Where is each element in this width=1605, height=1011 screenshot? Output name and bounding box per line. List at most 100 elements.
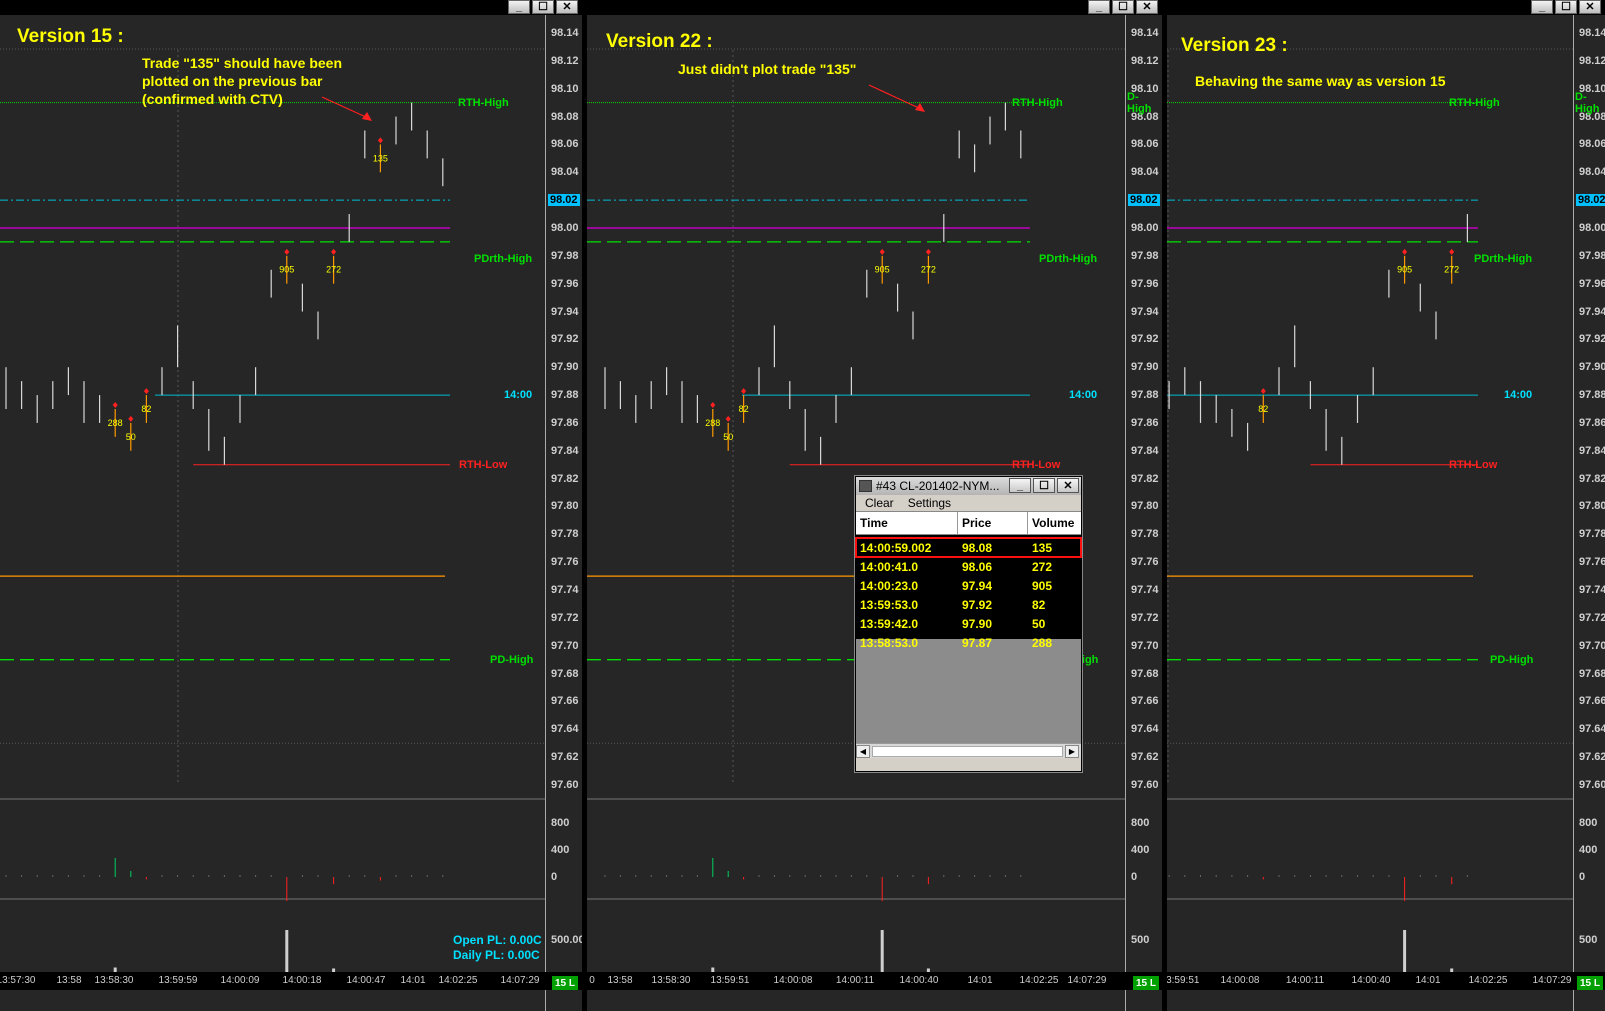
pl-tick-label: 500.00 <box>551 934 582 946</box>
price-tick-label: 97.82 <box>1131 472 1159 485</box>
maximize-button[interactable]: ☐ <box>1033 478 1055 493</box>
ts-cell-time: 13:59:42.0 <box>860 616 919 631</box>
time-axis[interactable]: 13:57:30 13:58 13:58:30 13:59:59 14:00:09 14:… <box>0 972 582 990</box>
maximize-button[interactable]: ☐ <box>532 0 554 14</box>
close-button[interactable]: ✕ <box>1057 478 1079 493</box>
trade-label: 905 <box>875 265 890 275</box>
price-tick-label: 97.82 <box>1579 472 1605 485</box>
price-tick-label: 97.96 <box>551 277 579 290</box>
ts-row[interactable]: 13:59:42.0 97.90 50 <box>856 614 1081 633</box>
minimize-button[interactable]: _ <box>1009 478 1031 493</box>
price-tick-label: 97.98 <box>1131 249 1159 262</box>
ts-row[interactable]: 14:00:59.002 98.08 135 <box>855 537 1082 558</box>
timeframe-badge[interactable]: 15 L <box>1577 976 1603 990</box>
ts-cell-time: 14:00:41.0 <box>860 559 919 574</box>
pl-tick-label: 500 <box>1131 934 1150 946</box>
minimize-button[interactable]: _ <box>1531 0 1553 14</box>
maximize-button[interactable]: ☐ <box>1555 0 1577 14</box>
rth-high-label: RTH-High <box>1449 96 1500 109</box>
col-time[interactable]: Time <box>856 512 958 534</box>
time-tick-label: 14:00:09 <box>220 975 260 986</box>
time-tick-label: 13:58 <box>56 975 82 986</box>
timeframe-badge[interactable]: 15 L <box>1133 976 1159 990</box>
d-high-label: D-High <box>1127 90 1152 115</box>
price-axis[interactable]: 98.1498.1298.1098.0898.0698.0498.0298.00… <box>545 15 582 1011</box>
ts-cell-time: 14:00:23.0 <box>860 578 919 593</box>
rth-high-label: RTH-High <box>1012 96 1063 109</box>
rth-low-label: RTH-Low <box>1012 458 1061 471</box>
price-chart[interactable]: 28850 82 905 272 135 <box>0 15 545 1011</box>
price-tick-label: 97.74 <box>551 584 579 597</box>
pd-high-label: PD-High <box>1490 653 1534 666</box>
price-tick-label: 97.74 <box>1579 584 1605 597</box>
ts-cell-volume: 272 <box>1032 559 1053 574</box>
ts-cell-time: 13:58:53.0 <box>860 635 919 650</box>
price-tick-label: 97.84 <box>1131 444 1159 457</box>
price-tick-label: 97.66 <box>1579 695 1605 708</box>
ts-header: Time Price Volume <box>856 511 1081 535</box>
trade-label: 135 <box>373 153 388 163</box>
ts-titlebar[interactable]: #43 CL-201402-NYM... _ ☐ ✕ <box>856 477 1081 495</box>
price-tick-label: 97.92 <box>551 333 579 346</box>
price-tick-label: 97.78 <box>1131 528 1159 541</box>
ts-row[interactable]: 14:00:23.0 97.94 905 <box>856 576 1081 595</box>
time-tick-label: 0 <box>589 975 595 986</box>
price-tick-label: 97.82 <box>551 472 579 485</box>
price-tick-label: 97.60 <box>551 779 579 791</box>
panel-title: Version 15 : <box>17 26 124 47</box>
time-axis[interactable]: 13:59:51 14:00:08 14:00:11 14:00:40 14:01 14:… <box>1167 972 1605 990</box>
price-chart[interactable]: 82 905 272 <box>1167 15 1573 1011</box>
close-button[interactable]: ✕ <box>556 0 578 14</box>
col-volume[interactable]: Volume <box>1028 512 1081 534</box>
ts-cell-price: 97.92 <box>962 597 993 612</box>
scroll-left-icon[interactable]: ◀ <box>856 745 870 758</box>
horizontal-scrollbar[interactable]: ◀ ▶ <box>856 743 1081 758</box>
price-tick-label: 97.76 <box>551 556 579 569</box>
price-tick-label: 97.70 <box>1579 639 1605 652</box>
price-axis[interactable]: 98.1498.1298.1098.0898.0698.0498.0298.00… <box>1573 15 1605 1011</box>
ts-row[interactable]: 13:59:53.0 97.92 82 <box>856 595 1081 614</box>
time-tick-label: 14:01 <box>1415 975 1441 986</box>
trade-label: 272 <box>921 265 936 275</box>
time-and-sales-window[interactable]: #43 CL-201402-NYM... _ ☐ ✕ Clear Setting… <box>855 476 1082 772</box>
chart-panel-version-15[interactable]: _ ☐ ✕ 288 50 82 905 272 135 Version 15 : Trad… <box>0 0 582 1011</box>
scroll-right-icon[interactable]: ▶ <box>1065 745 1079 758</box>
panel-titlebar: _ ☐ ✕ <box>1167 0 1605 15</box>
trade-marker <box>725 415 731 422</box>
pd-high-label: PD-High <box>490 653 534 666</box>
time-axis[interactable]: 0 13:58 13:58:30 13:59:51 14:00:08 14:00:11 14… <box>587 972 1162 990</box>
maximize-button[interactable]: ☐ <box>1112 0 1134 14</box>
price-tick-label: 98.00 <box>1579 221 1605 234</box>
price-tick-label: 97.60 <box>1131 779 1159 791</box>
menu-settings[interactable]: Settings <box>908 496 951 510</box>
timeframe-badge[interactable]: 15 L <box>552 976 578 990</box>
panel-title: Version 23 : <box>1181 35 1288 56</box>
trade-marker <box>879 248 885 255</box>
chart-panel-version-23[interactable]: _ ☐ ✕ 82 905 272 Version 23 : Behaving the… <box>1167 0 1605 1011</box>
col-price[interactable]: Price <box>958 512 1028 534</box>
price-tick-label: 97.94 <box>551 305 579 318</box>
minimize-button[interactable]: _ <box>1088 0 1110 14</box>
price-axis[interactable]: 98.1498.1298.1098.0898.0698.0498.0298.00… <box>1125 15 1162 1011</box>
price-tick-label: 97.90 <box>1579 361 1605 374</box>
ts-cell-volume: 288 <box>1032 635 1053 650</box>
time-tick-label: 14:00:18 <box>282 975 322 986</box>
price-tick-label: 97.80 <box>1131 500 1159 513</box>
price-tick-label: 97.86 <box>1579 416 1605 429</box>
trade-label: 82 <box>1258 404 1268 414</box>
volume-tick-label: 800 <box>551 817 570 829</box>
minimize-button[interactable]: _ <box>508 0 530 14</box>
time-tick-label: 14:00:47 <box>346 975 386 986</box>
current-price-tag: 98.02 <box>548 194 580 207</box>
close-button[interactable]: ✕ <box>1579 0 1601 14</box>
close-button[interactable]: ✕ <box>1136 0 1158 14</box>
price-tick-label: 98.06 <box>551 138 579 151</box>
ts-row[interactable]: 14:00:41.0 98.06 272 <box>856 557 1081 576</box>
price-tick-label: 98.12 <box>1131 54 1159 67</box>
pdrth-high-label: PDrth-High <box>1039 252 1098 265</box>
ts-row[interactable]: 13:58:53.0 97.87 288 <box>856 633 1081 652</box>
scroll-thumb[interactable] <box>872 746 1063 757</box>
price-tick-label: 97.68 <box>1131 667 1159 680</box>
trade-marker <box>1402 248 1408 255</box>
menu-clear[interactable]: Clear <box>865 496 894 510</box>
